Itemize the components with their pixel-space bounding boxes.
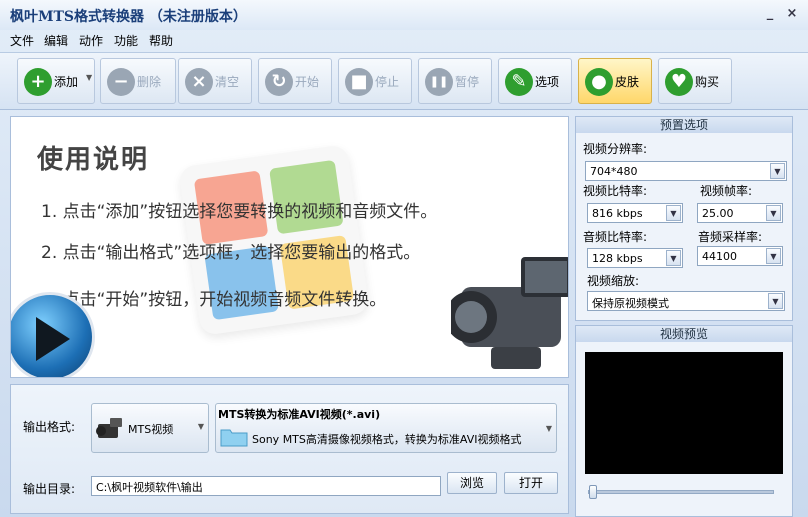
menu-help[interactable]: 帮助 [147, 32, 175, 49]
start-label: 开始 [295, 75, 320, 89]
folder-icon [220, 429, 248, 447]
minus-icon: − [107, 68, 135, 96]
stop-button[interactable]: ■ 停止 [338, 58, 412, 104]
output-panel: 输出格式: MTS视频 ▼ MTS转换为标准AVI视频(*.avi) Sony … [10, 384, 569, 514]
options-label: 选项 [535, 75, 560, 89]
video-bitrate-select[interactable]: 816 kbps ▼ [587, 203, 683, 223]
minimize-button[interactable]: _ [762, 6, 778, 22]
pause-icon: ❚❚ [425, 68, 453, 96]
delete-button[interactable]: − 删除 [100, 58, 176, 104]
buy-button[interactable]: ♥ 购买 [658, 58, 732, 104]
instruction-step-3: 3. 点击“开始”按钮，开始视频音频文件转换。 [41, 290, 387, 310]
format-description-text: Sony MTS高清摄像视频格式，转换为标准AVI视频格式 [252, 433, 522, 446]
title-bar[interactable]: 枫叶MTS格式转换器 （未注册版本） _ × [0, 0, 808, 30]
stop-label: 停止 [375, 75, 400, 89]
close-button[interactable]: × [784, 6, 800, 22]
framerate-select[interactable]: 25.00 ▼ [697, 203, 783, 223]
format-description-select[interactable]: MTS转换为标准AVI视频(*.avi) Sony MTS高清摄像视频格式，转换… [215, 403, 557, 453]
chevron-down-icon: ▼ [545, 424, 552, 433]
framerate-value: 25.00 [702, 207, 734, 220]
pause-button[interactable]: ❚❚ 暂停 [418, 58, 492, 104]
preview-slider-track[interactable] [588, 490, 774, 494]
preview-slider-thumb[interactable] [589, 485, 597, 499]
instructions-title: 使用说明 [37, 145, 150, 175]
skin-button[interactable]: ● 皮肤 [578, 58, 652, 104]
chevron-down-icon[interactable]: ▼ [770, 163, 785, 179]
skin-label: 皮肤 [615, 75, 640, 89]
instruction-step-2: 2. 点击“输出格式”选项框，选择您要输出的格式。 [41, 243, 421, 263]
chevron-down-icon[interactable]: ▼ [666, 250, 681, 266]
video-bitrate-value: 816 kbps [592, 207, 643, 220]
presets-group: 预置选项 视频分辨率: 704*480 ▼ 视频比特率: 视频帧率: 816 k… [575, 116, 793, 321]
chevron-down-icon: ▼ [197, 422, 204, 431]
output-dir-label: 输出目录: [23, 482, 76, 496]
chevron-down-icon[interactable]: ▼ [768, 293, 783, 309]
audio-bitrate-value: 128 kbps [592, 252, 643, 265]
instruction-step-1: 1. 点击“添加”按钮选择您要转换的视频和音频文件。 [41, 202, 438, 222]
output-dir-input[interactable]: C:\枫叶视频软件\输出 [91, 476, 441, 496]
camcorder-icon [451, 257, 568, 369]
resolution-value: 704*480 [590, 165, 638, 178]
stop-icon: ■ [345, 68, 373, 96]
presets-title: 预置选项 [576, 117, 792, 133]
refresh-icon: ↻ [265, 68, 293, 96]
menu-action[interactable]: 动作 [77, 32, 105, 49]
options-button[interactable]: ✎ 选项 [498, 58, 572, 104]
plus-icon: + [24, 68, 52, 96]
pause-label: 暂停 [455, 75, 480, 89]
clear-button[interactable]: × 清空 [178, 58, 252, 104]
open-button[interactable]: 打开 [504, 472, 558, 494]
delete-label: 删除 [137, 75, 162, 89]
menu-bar: 文件 编辑 动作 功能 帮助 [0, 30, 808, 52]
scale-label: 视频缩放: [587, 274, 640, 288]
menu-function[interactable]: 功能 [112, 32, 140, 49]
output-format-label: 输出格式: [23, 420, 76, 434]
app-window: 枫叶MTS格式转换器 （未注册版本） _ × 文件 编辑 动作 功能 帮助 + … [0, 0, 808, 517]
play-logo-icon [11, 292, 95, 377]
chevron-down-icon[interactable]: ▼ [766, 248, 781, 264]
audio-bitrate-label: 音频比特率: [583, 230, 648, 244]
video-bitrate-label: 视频比特率: [583, 184, 648, 198]
scale-value: 保持原视频模式 [592, 297, 669, 310]
clear-icon: × [185, 68, 213, 96]
start-button[interactable]: ↻ 开始 [258, 58, 332, 104]
menu-file[interactable]: 文件 [8, 32, 36, 49]
apple-icon: ● [585, 68, 613, 96]
format-description-title: MTS转换为标准AVI视频(*.avi) [218, 408, 381, 421]
preview-title: 视频预览 [576, 326, 792, 342]
chevron-down-icon[interactable]: ▼ [666, 205, 681, 221]
samplerate-value: 44100 [702, 250, 737, 263]
clear-label: 清空 [215, 75, 240, 89]
browse-button[interactable]: 浏览 [447, 472, 497, 494]
toolbar: + 添加 ▼ − 删除 × 清空 ↻ 开始 ■ 停止 ❚❚ 暂停 ✎ 选项 ● [0, 52, 808, 110]
framerate-label: 视频帧率: [700, 184, 753, 198]
instructions-panel: 使用说明 1. 点击“添加”按钮选择您要转换的视频和音频文件。 2. 点击“输出… [10, 116, 569, 378]
chevron-down-icon[interactable]: ▼ [86, 73, 92, 82]
audio-bitrate-select[interactable]: 128 kbps ▼ [587, 248, 683, 268]
menu-edit[interactable]: 编辑 [42, 32, 70, 49]
samplerate-label: 音频采样率: [698, 230, 763, 244]
camcorder-icon [96, 418, 122, 438]
cart-icon: ♥ [665, 68, 693, 96]
samplerate-select[interactable]: 44100 ▼ [697, 246, 783, 266]
add-label: 添加 [54, 75, 79, 89]
video-preview [585, 352, 783, 474]
scale-select[interactable]: 保持原视频模式 ▼ [587, 291, 785, 311]
resolution-label: 视频分辨率: [583, 142, 648, 156]
window-title: 枫叶MTS格式转换器 （未注册版本） [10, 9, 247, 25]
resolution-select[interactable]: 704*480 ▼ [585, 161, 787, 181]
add-button[interactable]: + 添加 ▼ [17, 58, 95, 104]
output-format-select[interactable]: MTS视频 ▼ [91, 403, 209, 453]
buy-label: 购买 [695, 75, 720, 89]
tools-icon: ✎ [505, 68, 533, 96]
output-format-value: MTS视频 [128, 423, 174, 436]
chevron-down-icon[interactable]: ▼ [766, 205, 781, 221]
